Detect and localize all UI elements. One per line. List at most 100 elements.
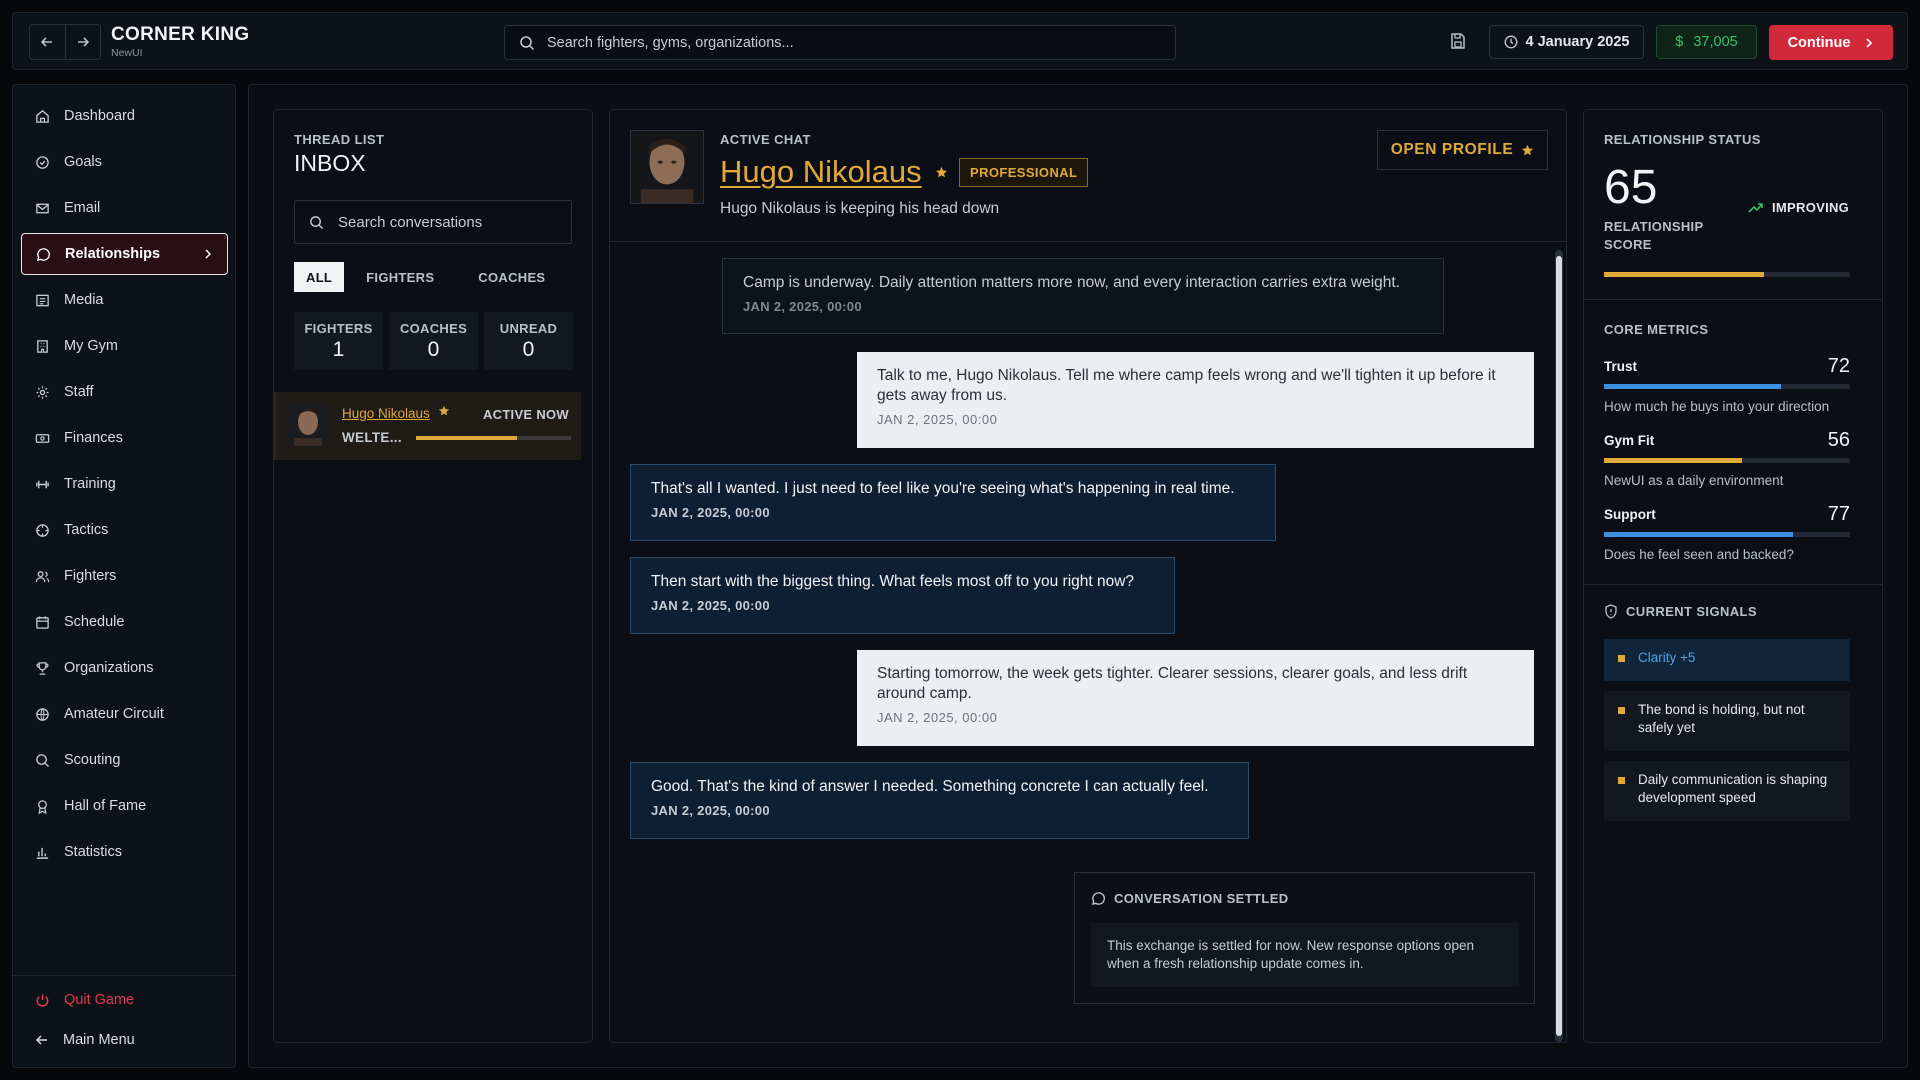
newspaper-icon [36,294,49,306]
sidebar-item-dashboard[interactable]: Dashboard [21,95,228,137]
sidebar-item-email[interactable]: Email [21,187,228,229]
sidebar-item-relationships[interactable]: Relationships [21,233,228,275]
quit-game-button[interactable]: Quit Game [21,979,228,1021]
back-button[interactable] [30,25,66,59]
fighter-avatar [288,404,328,446]
sidebar-item-my-gym[interactable]: My Gym [21,325,228,367]
metric-description: NewUI as a daily environment [1604,473,1784,488]
global-search-input[interactable]: Search fighters, gyms, organizations... [504,25,1176,60]
history-nav [29,24,101,60]
sidebar-item-label: Dashboard [64,108,135,124]
message-text: Starting tomorrow, the week gets tighter… [877,665,1468,702]
relationship-score: 65 [1604,161,1658,214]
metric-bar-fill [1604,384,1782,389]
sidebar-item-hall-of-fame[interactable]: Hall of Fame [21,785,228,827]
relationship-score-bar [1604,272,1850,277]
open-profile-button[interactable]: OPEN PROFILE [1377,130,1548,170]
trophy-icon [36,661,49,675]
metric-bar-fill [1604,532,1794,537]
message-text: Then start with the biggest thing. What … [651,573,1135,590]
stat-label: COACHES [399,320,468,336]
award-icon [38,799,47,814]
core-metrics-caption: CORE METRICS [1604,322,1709,337]
filter-fighters[interactable]: FIGHTERS [344,262,456,292]
conversation-search-placeholder: Search conversations [338,213,483,231]
signal-marker [1618,777,1625,784]
metric-value: 56 [1827,429,1850,451]
check-circle-icon [36,155,49,169]
stat-label: FIGHTERS [304,320,373,336]
trend-indicator: IMPROVING [1748,200,1849,215]
thread-fighter-name[interactable]: Hugo Nikolaus [342,406,430,421]
sidebar-item-organizations[interactable]: Organizations [21,647,228,689]
sidebar-item-statistics[interactable]: Statistics [21,831,228,873]
conversation-settled-box: CONVERSATION SETTLED This exchange is se… [1074,872,1535,1004]
signals-header: CURRENT SIGNALS [1604,604,1757,619]
sidebar-item-staff[interactable]: Staff [21,371,228,413]
conversation-search-input[interactable]: Search conversations [294,200,572,244]
app-subtitle: NewUI [111,47,143,59]
dollar-icon: $ [1675,34,1684,50]
sidebar-item-finances[interactable]: Finances [21,417,228,459]
stat-unread: UNREAD 0 [484,312,573,370]
signal-text: The bond is holding, but not safely yet [1638,702,1805,735]
scrollbar-thumb[interactable] [1556,256,1562,1036]
thread-item[interactable]: Hugo Nikolaus ACTIVE NOW WELTE... [274,392,581,460]
sidebar-item-label: Email [64,200,101,216]
clock-icon [1504,35,1517,49]
building-icon [37,339,48,353]
filter-coaches[interactable]: COACHES [456,262,567,292]
shield-icon [1605,604,1617,619]
sidebar-item-scouting[interactable]: Scouting [21,739,228,781]
metric-bar-fill [1604,458,1742,463]
chat-fighter-name[interactable]: Hugo Nikolaus [720,154,922,190]
sidebar-item-label: Relationships [65,246,161,262]
sidebar-item-label: Amateur Circuit [64,706,164,722]
metric-value: 72 [1827,355,1850,377]
forward-button[interactable] [66,25,101,59]
chat-scrollbar[interactable] [1555,250,1563,1042]
star-icon [935,166,948,178]
signal-item: The bond is holding, but not safely yet [1604,691,1850,751]
message-timestamp: JAN 2, 2025, 00:00 [651,803,770,818]
date-display: 4 January 2025 [1489,25,1644,59]
chat-bubble-icon [1091,892,1105,906]
relationship-panel: RELATIONSHIP STATUS 65 RELATIONSHIP SCOR… [1583,109,1883,1043]
incoming-message: Good. That's the kind of answer I needed… [630,762,1249,839]
chat-header: ACTIVE CHAT Hugo Nikolaus PROFESSIONAL H… [610,110,1566,242]
stat-label: UNREAD [499,320,558,336]
continue-button[interactable]: Continue [1769,25,1893,60]
stat-value: 0 [522,337,535,361]
sidebar-item-amateur-circuit[interactable]: Amateur Circuit [21,693,228,735]
thread-status: ACTIVE NOW [482,407,569,422]
chat-fighter-mood: Hugo Nikolaus is keeping his head down [720,200,1000,217]
star-icon [1522,144,1534,155]
sidebar-item-goals[interactable]: Goals [21,141,228,183]
signal-marker [1618,707,1625,714]
metric-description: How much he buys into your direction [1604,399,1830,414]
thread-progress-bar [416,436,571,440]
message-timestamp: JAN 2, 2025, 00:00 [743,299,862,314]
fighter-portrait [630,130,704,204]
main-menu-button[interactable]: Main Menu [21,1019,228,1061]
sidebar-item-label: Hall of Fame [64,798,147,814]
filter-all[interactable]: ALL [294,262,345,292]
signal-text: Daily communication is shaping developme… [1638,772,1828,805]
save-button[interactable] [1449,32,1467,54]
inbox-panel: THREAD LIST INBOX Search conversations A… [273,109,593,1043]
signal-text: Clarity +5 [1638,650,1696,665]
inbox-caption: THREAD LIST [294,132,385,147]
inbox-stats: FIGHTERS 1 COACHES 0 UNREAD 0 [294,312,573,370]
quit-game-label: Quit Game [64,992,135,1008]
sidebar-item-tactics[interactable]: Tactics [21,509,228,551]
sidebar-item-training[interactable]: Training [21,463,228,505]
sidebar-item-media[interactable]: Media [21,279,228,321]
sidebar-item-fighters[interactable]: Fighters [21,555,228,597]
sidebar-item-label: Statistics [64,844,123,860]
message-text: Talk to me, Hugo Nikolaus. Tell me where… [877,367,1496,404]
search-icon [36,753,50,767]
relationship-score-fill [1604,272,1764,277]
incoming-message: Then start with the biggest thing. What … [630,557,1175,634]
sidebar-item-schedule[interactable]: Schedule [21,601,228,643]
settled-title: CONVERSATION SETTLED [1114,891,1289,906]
